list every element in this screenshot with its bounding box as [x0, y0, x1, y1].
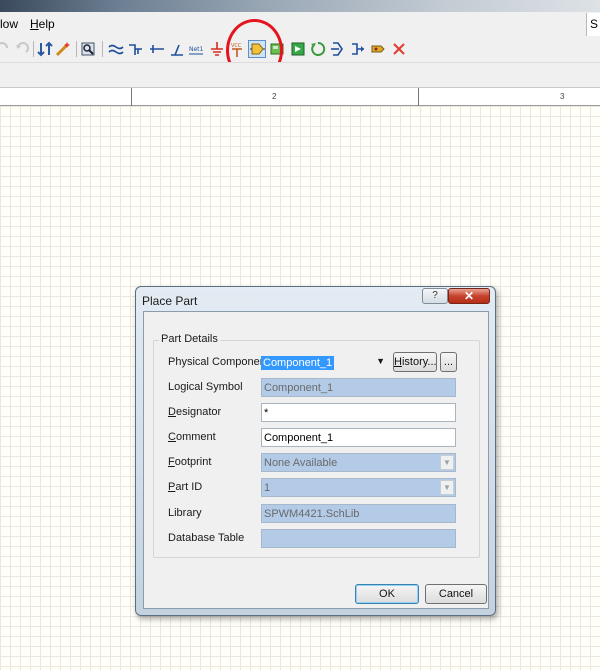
physical-component-combo[interactable]: Component_1 ▼ — [261, 355, 387, 372]
net-label-icon[interactable] — [168, 40, 186, 58]
part-id-value: 1 — [264, 482, 271, 494]
logical-symbol-label: Logical Symbol — [168, 381, 243, 393]
dialog-title: Place Part — [142, 294, 198, 308]
port-icon[interactable] — [329, 40, 347, 58]
redo-icon[interactable] — [0, 40, 12, 58]
comment-label-rest: omment — [175, 431, 216, 443]
dialog-help-button[interactable]: ? — [422, 288, 448, 304]
menu-help-rest: elp — [38, 17, 55, 31]
device-sheet-icon[interactable] — [309, 40, 327, 58]
physical-component-label: Physical Component — [168, 356, 269, 368]
wire-icon[interactable] — [107, 40, 125, 58]
designator-label: Designator — [168, 406, 221, 418]
part-details-group: Part Details — [153, 333, 480, 558]
net-label-text-icon[interactable]: Net1 — [187, 40, 205, 58]
place-part-dialog: Place Part ? ✕ Part Details Physical Com… — [135, 286, 496, 616]
dialog-client-area: Part Details Physical Component Componen… — [143, 311, 489, 609]
gnd-port-icon[interactable] — [208, 40, 226, 58]
undo-icon[interactable] — [13, 40, 31, 58]
menu-bar: low Help — [0, 12, 600, 36]
comment-value: Component_1 — [264, 432, 334, 444]
chevron-down-icon[interactable]: ▼ — [376, 356, 385, 366]
toolbar-separator — [102, 41, 103, 57]
toolbar-separator — [33, 41, 34, 57]
sheet-entry-icon[interactable] — [289, 40, 307, 58]
physical-component-value: Component_1 — [261, 356, 335, 370]
designator-value: * — [264, 407, 269, 419]
comment-label: Comment — [168, 431, 216, 443]
ruler-divider — [131, 88, 132, 106]
history-button[interactable]: History... — [393, 352, 437, 372]
library-value: SPWM4421.SchLib — [264, 508, 360, 520]
wiring-toolbar: Net1 VCC — [0, 36, 600, 62]
menu-help-mnemonic: H — [30, 17, 39, 31]
footprint-label: Footprint — [168, 456, 211, 468]
no-erc-icon[interactable] — [390, 40, 408, 58]
cancel-button[interactable]: Cancel — [425, 584, 487, 604]
sheet-ruler: 2 3 — [0, 88, 600, 106]
secondary-toolbar — [0, 62, 600, 88]
chevron-down-icon[interactable]: ▼ — [440, 455, 454, 470]
ruler-divider — [418, 88, 419, 106]
designator-input[interactable]: * — [261, 403, 456, 422]
part-id-select[interactable]: 1 ▼ — [261, 478, 456, 497]
designator-label-rest: esignator — [175, 406, 222, 418]
history-mnemonic: H — [394, 356, 402, 368]
library-label: Library — [168, 507, 202, 519]
right-panel-edge[interactable]: S — [586, 13, 600, 37]
logical-symbol-value: Component_1 — [264, 382, 334, 394]
menu-item-help[interactable]: Help — [30, 17, 55, 31]
chevron-down-icon[interactable]: ▼ — [440, 480, 454, 495]
designator-mnemonic: D — [168, 406, 176, 418]
library-field: SPWM4421.SchLib — [261, 504, 456, 523]
wand-icon[interactable] — [54, 40, 72, 58]
cross-probe-icon[interactable] — [36, 40, 54, 58]
ruler-mark-3: 3 — [560, 92, 565, 101]
ok-button[interactable]: OK — [355, 584, 419, 604]
harness-icon[interactable] — [349, 40, 367, 58]
browse-button[interactable]: ... — [440, 352, 457, 372]
logical-symbol-field: Component_1 — [261, 378, 456, 397]
history-rest: istory... — [401, 356, 437, 368]
comment-input[interactable]: Component_1 — [261, 428, 456, 447]
toolbar-separator — [76, 41, 77, 57]
database-table-field — [261, 529, 456, 548]
group-title: Part Details — [159, 333, 220, 345]
footprint-mnemonic: F — [168, 456, 175, 468]
footprint-value: None Available — [264, 457, 338, 469]
ruler-mark-2: 2 — [272, 92, 277, 101]
menu-item-window[interactable]: low — [0, 17, 18, 31]
footprint-select[interactable]: None Available ▼ — [261, 453, 456, 472]
comment-mnemonic: C — [168, 431, 176, 443]
bus-entry-icon[interactable] — [148, 40, 166, 58]
directive-icon[interactable] — [369, 40, 387, 58]
zoom-icon[interactable] — [79, 40, 97, 58]
dialog-close-button[interactable]: ✕ — [448, 288, 490, 304]
part-id-label: Part ID — [168, 481, 202, 493]
net-label-text: Net1 — [189, 46, 204, 53]
window-title-strip — [0, 0, 600, 12]
part-id-label-rest: art ID — [175, 481, 203, 493]
bus-icon[interactable] — [127, 40, 145, 58]
database-table-label: Database Table — [168, 532, 245, 544]
footprint-label-rest: ootprint — [174, 456, 212, 468]
